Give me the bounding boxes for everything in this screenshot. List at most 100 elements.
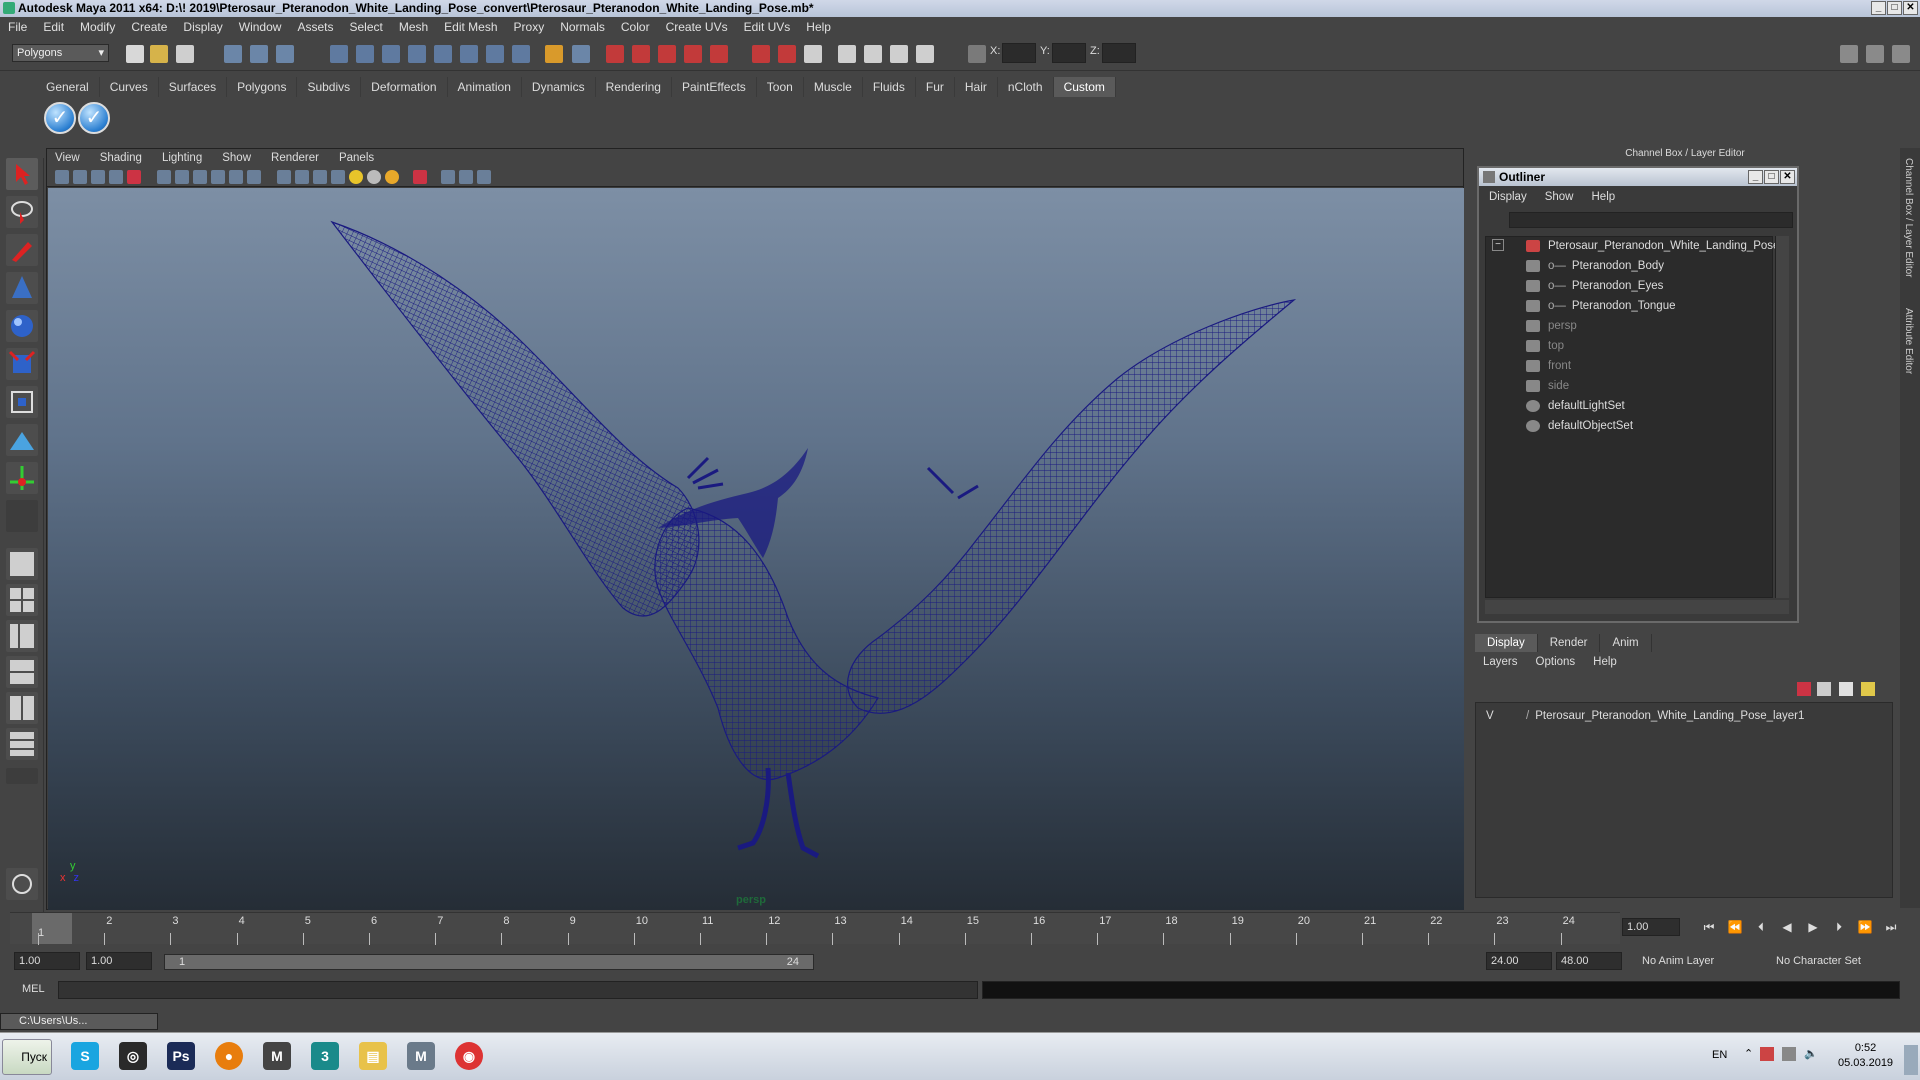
- outliner-item-group[interactable]: Pterosaur_Pteranodon_White_Landing_Pose: [1526, 237, 1779, 255]
- shelf-tab-curves[interactable]: Curves: [100, 77, 159, 97]
- shelf-tab-dynamics[interactable]: Dynamics: [522, 77, 596, 97]
- question-icon[interactable]: [512, 45, 530, 63]
- menu-set-selector[interactable]: Polygons: [12, 44, 109, 62]
- snap-curve-icon[interactable]: [356, 45, 374, 63]
- 3dsmax-icon[interactable]: 3: [304, 1037, 346, 1077]
- lock-icon[interactable]: [545, 45, 563, 63]
- layer-menu-layers[interactable]: Layers: [1483, 656, 1518, 668]
- menu-select[interactable]: Select: [349, 20, 382, 34]
- attribute-editor-icon[interactable]: [890, 45, 908, 63]
- move-up-layer-icon[interactable]: [1839, 682, 1853, 696]
- anim-layer-dropdown[interactable]: No Anim Layer: [1636, 952, 1760, 970]
- safe-title-icon[interactable]: [247, 170, 261, 184]
- hypershade-icon[interactable]: [684, 45, 702, 63]
- outliner-item-front[interactable]: front: [1526, 357, 1571, 375]
- outliner-item-tongue[interactable]: o— Pteranodon_Tongue: [1526, 297, 1676, 315]
- outliner-maximize-button[interactable]: □: [1764, 170, 1779, 184]
- hypergraph-icon[interactable]: [804, 45, 822, 63]
- wireframe-icon[interactable]: [277, 170, 291, 184]
- outliner-item-body[interactable]: o— Pteranodon_Body: [1526, 257, 1664, 275]
- new-layer-icon[interactable]: [1797, 682, 1811, 696]
- maximize-button[interactable]: □: [1887, 1, 1902, 15]
- playback-end-field[interactable]: 24.00: [1486, 952, 1552, 970]
- shelf-tab-deformation[interactable]: Deformation: [361, 77, 448, 97]
- character-set-dropdown[interactable]: No Character Set: [1770, 952, 1890, 970]
- vp-menu-shading[interactable]: Shading: [100, 152, 142, 164]
- tab-channel-box[interactable]: Channel Box / Layer Editor: [1903, 158, 1914, 278]
- network-icon[interactable]: [1760, 1047, 1774, 1061]
- vp-menu-panels[interactable]: Panels: [339, 152, 374, 164]
- single-pane-layout-icon[interactable]: [6, 548, 38, 580]
- save-scene-icon[interactable]: [176, 45, 194, 63]
- outliner-item-side[interactable]: side: [1526, 377, 1569, 395]
- go-to-start-button[interactable]: ⏮: [1700, 918, 1718, 936]
- outliner-item-objectset[interactable]: defaultObjectSet: [1526, 417, 1633, 435]
- play-backward-button[interactable]: ◀: [1778, 918, 1796, 936]
- minimized-window[interactable]: C:\Users\Us...: [0, 1013, 158, 1030]
- shelf-tab-custom[interactable]: Custom: [1053, 77, 1116, 97]
- outliner-title-bar[interactable]: Outliner _ □ ✕: [1479, 168, 1797, 186]
- persp-graph-layout-icon[interactable]: [6, 656, 38, 688]
- menu-normals[interactable]: Normals: [560, 20, 605, 34]
- textured-icon[interactable]: [331, 170, 345, 184]
- xray-joints-icon[interactable]: [459, 170, 473, 184]
- outliner-minimize-button[interactable]: _: [1748, 170, 1763, 184]
- explorer-icon[interactable]: ▤: [352, 1037, 394, 1077]
- layer-row[interactable]: V / Pterosaur_Pteranodon_White_Landing_P…: [1486, 707, 1804, 725]
- select-component-icon[interactable]: [276, 45, 294, 63]
- step-forward-key-button[interactable]: ⏩: [1856, 918, 1874, 936]
- outliner-vertical-scrollbar[interactable]: [1775, 236, 1789, 598]
- menu-proxy[interactable]: Proxy: [514, 20, 545, 34]
- image-plane-icon[interactable]: [109, 170, 123, 184]
- language-indicator[interactable]: EN: [1712, 1049, 1727, 1061]
- quick-layout-icon[interactable]: [6, 868, 38, 900]
- layer-visibility-toggle[interactable]: V: [1486, 710, 1504, 722]
- outliner-item-eyes[interactable]: o— Pteranodon_Eyes: [1526, 277, 1663, 295]
- field-chart-icon[interactable]: [211, 170, 225, 184]
- show-hidden-icons-icon[interactable]: ⌃: [1744, 1047, 1753, 1060]
- shelf-tab-polygons[interactable]: Polygons: [227, 77, 298, 97]
- shelf-tab-toon[interactable]: Toon: [757, 77, 804, 97]
- outliner-item-top[interactable]: top: [1526, 337, 1564, 355]
- chrome-icon[interactable]: ◉: [448, 1037, 490, 1077]
- pteranodon-wireframe[interactable]: [48, 188, 1464, 910]
- select-object-icon[interactable]: [250, 45, 268, 63]
- render-view-icon[interactable]: [710, 45, 728, 63]
- persp-outliner-layout-icon[interactable]: [6, 620, 38, 652]
- outliner-filter-field[interactable]: [1509, 212, 1793, 228]
- menu-edit-uvs[interactable]: Edit UVs: [744, 20, 791, 34]
- paint-select-tool-icon[interactable]: [6, 234, 38, 266]
- vp-menu-view[interactable]: View: [55, 152, 80, 164]
- menu-create-uvs[interactable]: Create UVs: [666, 20, 728, 34]
- history-icon[interactable]: [460, 45, 478, 63]
- xray-components-icon[interactable]: [477, 170, 491, 184]
- close-button[interactable]: ✕: [1903, 1, 1918, 15]
- menu-assets[interactable]: Assets: [297, 20, 333, 34]
- maya-icon[interactable]: M: [256, 1037, 298, 1077]
- shelf-tab-painteffects[interactable]: PaintEffects: [672, 77, 757, 97]
- battery-icon[interactable]: [1782, 1047, 1796, 1061]
- gate-mask-icon[interactable]: [193, 170, 207, 184]
- hypershade-layout-icon[interactable]: [6, 692, 38, 724]
- snap-plane-icon[interactable]: [408, 45, 426, 63]
- tab-display[interactable]: Display: [1475, 634, 1538, 652]
- outliner-horizontal-scrollbar[interactable]: [1485, 600, 1789, 614]
- construction-history-icon[interactable]: [572, 45, 590, 63]
- shelf-tab-subdivs[interactable]: Subdivs: [297, 77, 362, 97]
- outliner-close-button[interactable]: ✕: [1780, 170, 1795, 184]
- viewport-scene[interactable]: y xz persp: [48, 188, 1464, 910]
- smooth-shade-icon[interactable]: [295, 170, 309, 184]
- x-field[interactable]: [1002, 43, 1036, 63]
- menu-help[interactable]: Help: [806, 20, 831, 34]
- tab-anim[interactable]: Anim: [1600, 634, 1652, 652]
- outliner-item-lightset[interactable]: defaultLightSet: [1526, 397, 1625, 415]
- show-tool-settings-icon[interactable]: [1866, 45, 1884, 63]
- shelf-tab-ncloth[interactable]: nCloth: [998, 77, 1054, 97]
- step-back-frame-button[interactable]: ⏴: [1752, 918, 1770, 936]
- play-forward-button[interactable]: ▶: [1804, 918, 1822, 936]
- start-time-field[interactable]: 1.00: [14, 952, 80, 970]
- steam-icon[interactable]: ◎: [112, 1037, 154, 1077]
- outliner-icon[interactable]: [838, 45, 856, 63]
- persp-graph-hypergraph-layout-icon[interactable]: [6, 728, 38, 760]
- menu-create[interactable]: Create: [131, 20, 167, 34]
